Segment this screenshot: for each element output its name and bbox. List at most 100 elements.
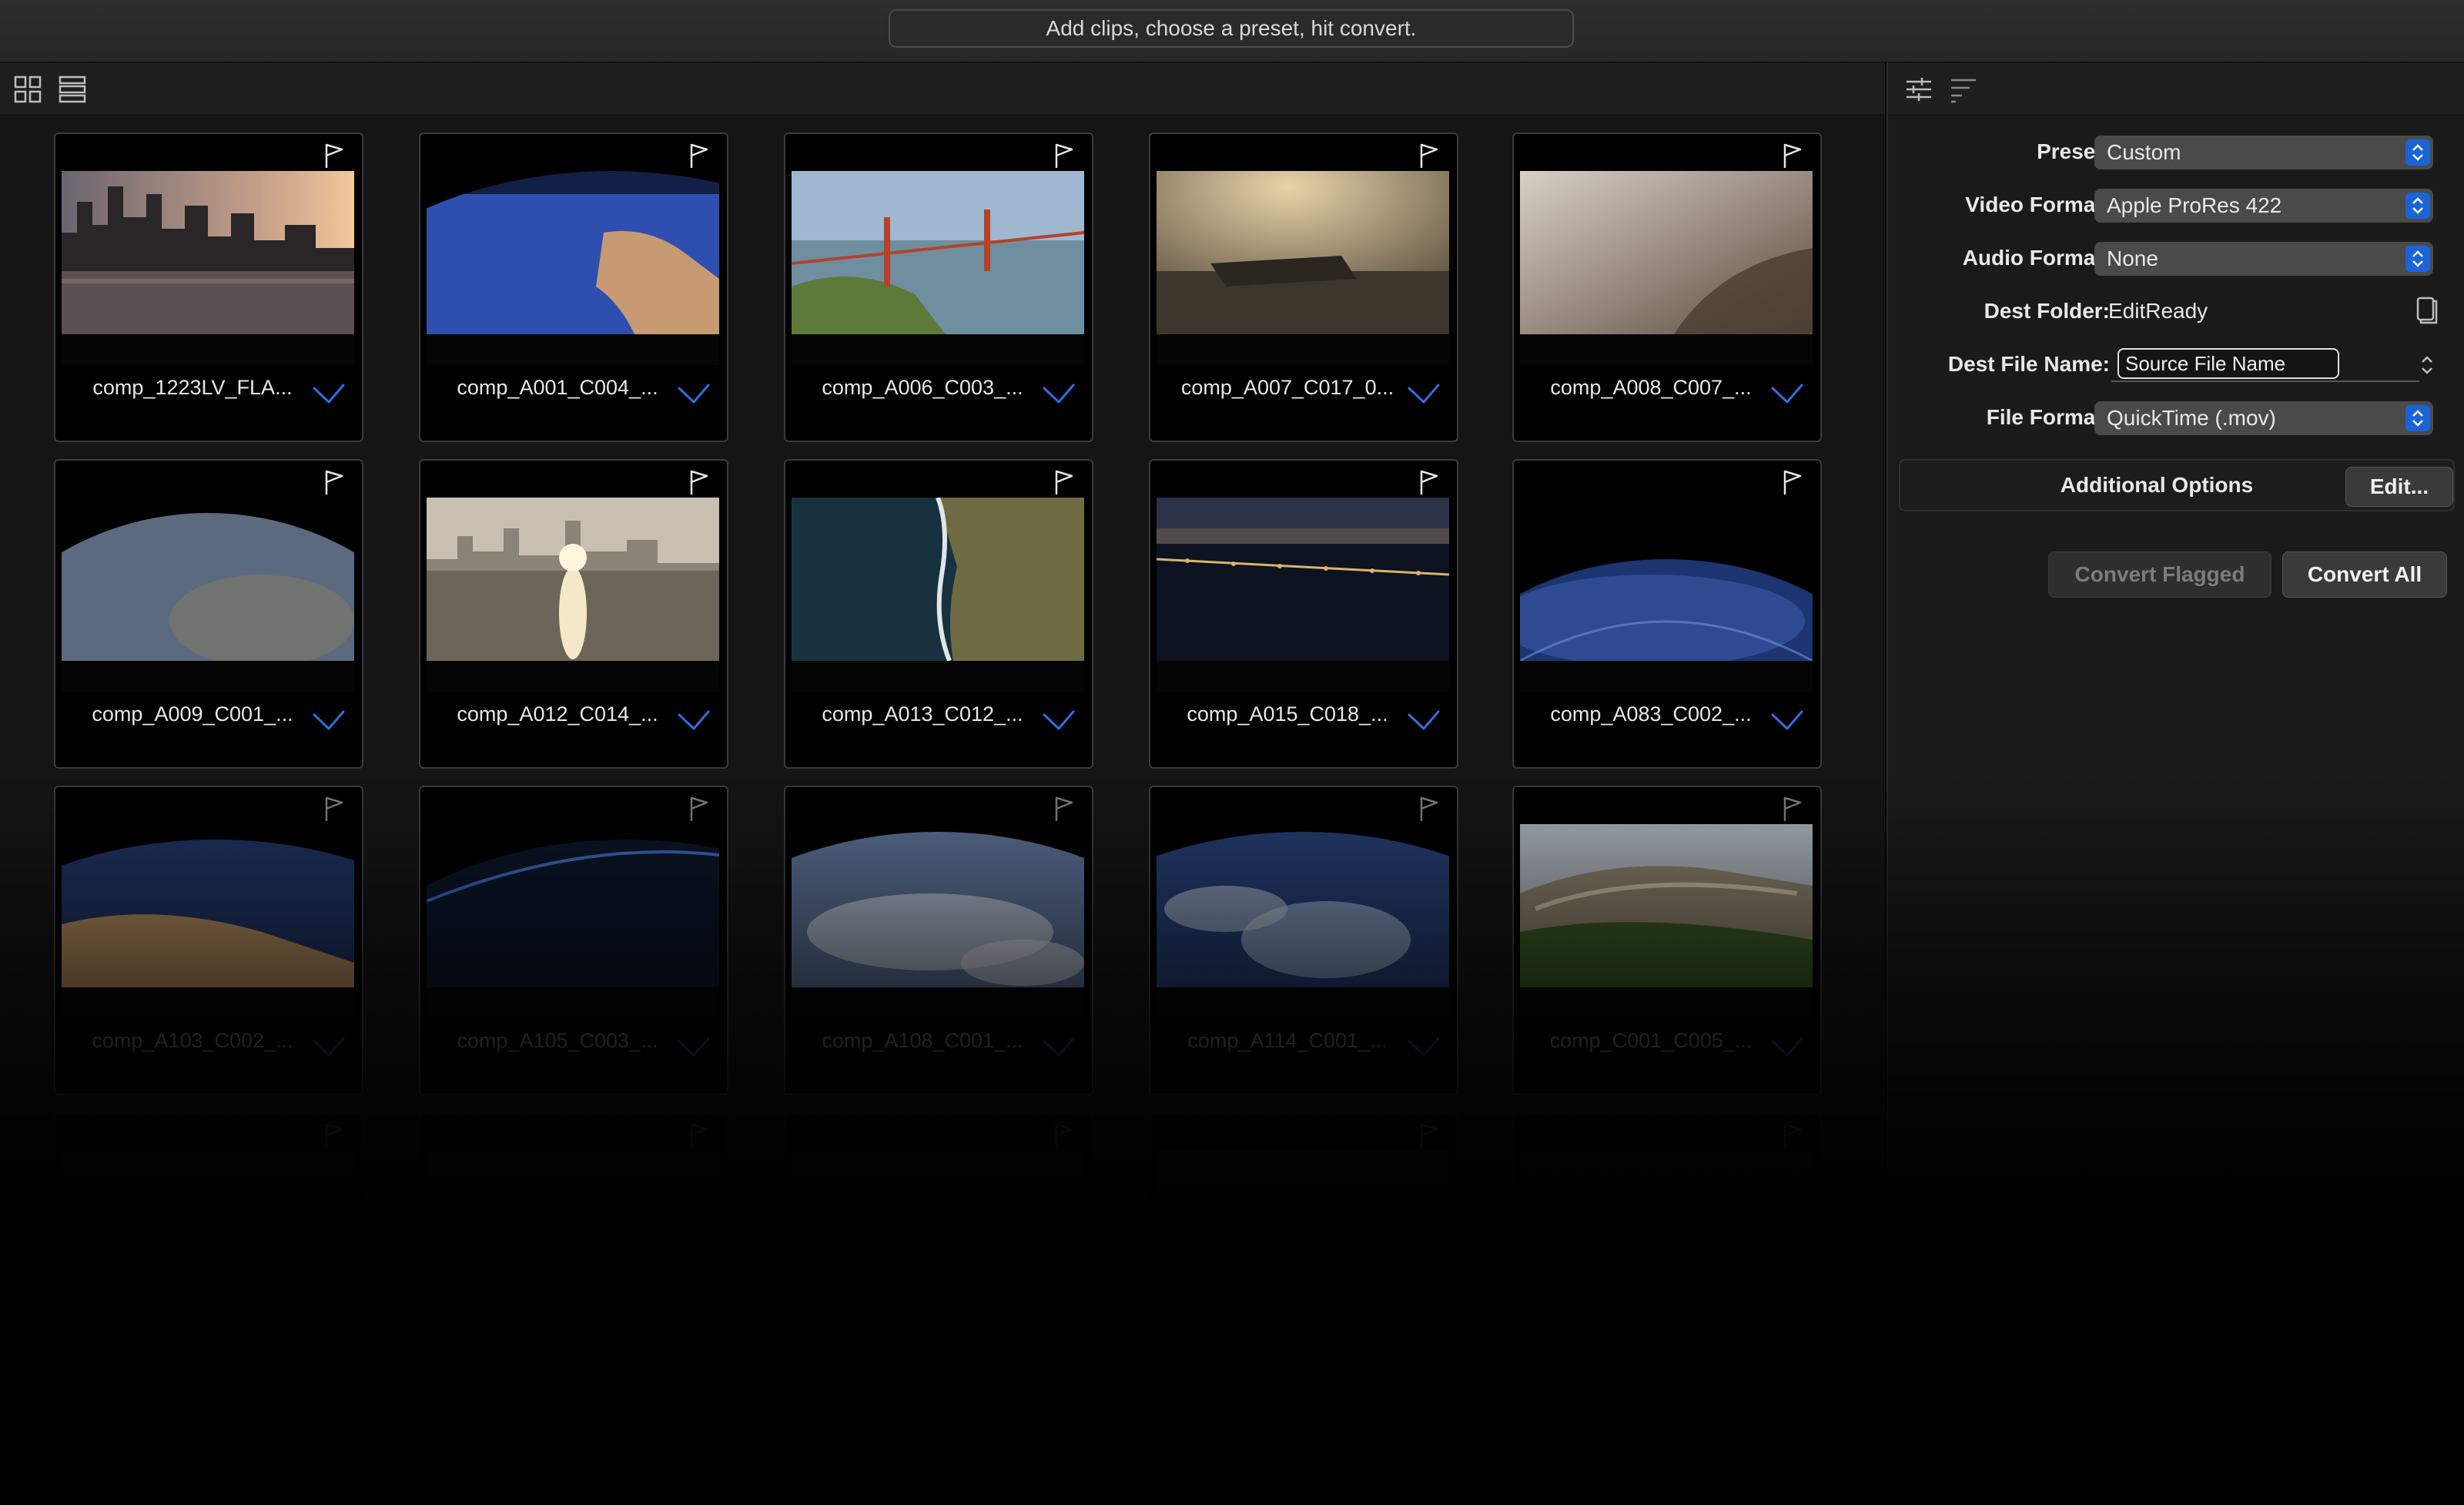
clip-thumbnail bbox=[62, 824, 354, 987]
flag-icon[interactable] bbox=[1052, 1121, 1076, 1149]
file-format-select[interactable]: QuickTime (.mov) bbox=[2094, 401, 2433, 435]
flag-icon[interactable] bbox=[1417, 142, 1441, 169]
flag-icon[interactable] bbox=[1780, 795, 1805, 823]
clip-tile[interactable]: comp_A012_C014_... bbox=[419, 459, 728, 769]
clip-name: comp_C001_C005_... bbox=[1549, 1029, 1753, 1052]
settings-toolbar bbox=[1888, 63, 2464, 116]
clip-thumbnail bbox=[1520, 498, 1813, 661]
clip-name: comp_A103_C002_... bbox=[92, 1029, 293, 1052]
checkmark-icon[interactable] bbox=[676, 382, 711, 405]
sliders-icon[interactable] bbox=[1903, 74, 1934, 105]
dest-folder-label: Dest Folder: bbox=[1984, 299, 2110, 323]
clip-thumbnail bbox=[427, 1151, 719, 1314]
flag-icon[interactable] bbox=[1052, 795, 1076, 823]
sort-icon[interactable] bbox=[1948, 74, 1979, 105]
checkmark-icon[interactable] bbox=[1406, 382, 1441, 405]
clip-thumbnail bbox=[62, 1151, 354, 1314]
clip-tile[interactable]: comp_A015_C018_... bbox=[1149, 459, 1458, 769]
flag-icon[interactable] bbox=[1417, 1121, 1441, 1149]
clip-tile[interactable]: comp_A007_C017_0... bbox=[1149, 132, 1458, 442]
clip-thumbnail bbox=[1157, 1151, 1449, 1314]
grid-view-icon[interactable] bbox=[12, 74, 43, 105]
list-view-icon[interactable] bbox=[57, 74, 88, 105]
checkmark-icon[interactable] bbox=[1769, 382, 1805, 405]
checkmark-icon[interactable] bbox=[311, 1035, 346, 1058]
checkmark-icon[interactable] bbox=[1769, 709, 1805, 732]
flag-icon[interactable] bbox=[322, 1121, 346, 1149]
clip-thumbnail bbox=[792, 824, 1084, 987]
checkmark-icon[interactable] bbox=[311, 709, 346, 732]
clip-name: comp_A001_C004_... bbox=[457, 376, 658, 399]
clip-view-toolbar bbox=[0, 63, 1885, 116]
audio-format-select[interactable]: None bbox=[2094, 242, 2433, 276]
stepper-arrows-icon bbox=[2405, 246, 2430, 272]
video-format-select[interactable]: Apple ProRes 422 bbox=[2094, 189, 2433, 223]
clip-tile[interactable]: comp_A114_C001_... bbox=[1149, 786, 1458, 1095]
thumbnail-letterbox bbox=[792, 334, 1084, 365]
flag-icon[interactable] bbox=[687, 142, 711, 169]
settings-panel: Preset: Custom Video Format: Apple ProRe… bbox=[1886, 63, 2464, 1505]
thumbnail-letterbox bbox=[427, 334, 719, 365]
clip-tile[interactable]: comp_A006_C003_... bbox=[784, 132, 1093, 442]
clip-tile[interactable]: comp_A103_C002_... bbox=[54, 786, 363, 1095]
flag-icon[interactable] bbox=[1417, 795, 1441, 823]
flag-icon[interactable] bbox=[322, 468, 346, 496]
clip-tile[interactable]: comp_A108_C001_... bbox=[784, 786, 1093, 1095]
clip-tile[interactable] bbox=[1512, 1112, 1822, 1422]
dest-folder-row: Dest Folder: EditReady bbox=[1888, 292, 2464, 330]
thumbnail-letterbox bbox=[792, 987, 1084, 1018]
flag-icon[interactable] bbox=[687, 795, 711, 823]
clip-thumbnail bbox=[1520, 171, 1813, 334]
title-bar: Add clips, choose a preset, hit convert. bbox=[0, 0, 2464, 63]
checkmark-icon[interactable] bbox=[676, 709, 711, 732]
clip-tile[interactable]: comp_A001_C004_... bbox=[419, 132, 728, 442]
clip-thumbnail bbox=[1520, 824, 1813, 987]
choose-folder-icon[interactable] bbox=[2413, 295, 2438, 326]
checkmark-icon[interactable] bbox=[1406, 709, 1441, 732]
flag-icon[interactable] bbox=[322, 142, 346, 169]
clip-tile[interactable]: comp_A083_C002_... bbox=[1512, 459, 1822, 769]
preset-value: Custom bbox=[2107, 140, 2181, 164]
audio-format-row: Audio Format: None bbox=[1888, 239, 2464, 277]
clip-name: comp_A012_C014_... bbox=[457, 702, 658, 726]
clip-tile[interactable] bbox=[1149, 1112, 1458, 1422]
thumbnail-letterbox bbox=[62, 334, 354, 365]
clip-tile[interactable]: comp_C001_C005_... bbox=[1512, 786, 1822, 1095]
clip-tile[interactable]: comp_A013_C012_... bbox=[784, 459, 1093, 769]
checkmark-icon[interactable] bbox=[1406, 1035, 1441, 1058]
clip-tile[interactable]: comp_A008_C007_... bbox=[1512, 132, 1822, 442]
flag-icon[interactable] bbox=[1417, 468, 1441, 496]
clip-name: comp_A105_C003_... bbox=[457, 1029, 658, 1052]
dest-file-name-field[interactable]: Source File Name bbox=[2118, 348, 2339, 379]
flag-icon[interactable] bbox=[1780, 468, 1805, 496]
clip-tile[interactable]: comp_A009_C001_... bbox=[54, 459, 363, 769]
clip-thumbnail bbox=[1157, 498, 1449, 661]
clip-thumbnail bbox=[1520, 1151, 1813, 1314]
checkmark-icon[interactable] bbox=[1041, 709, 1076, 732]
thumbnail-letterbox bbox=[1157, 987, 1449, 1018]
checkmark-icon[interactable] bbox=[1041, 1035, 1076, 1058]
checkmark-icon[interactable] bbox=[311, 382, 346, 405]
clip-tile[interactable]: comp_A105_C003_... bbox=[419, 786, 728, 1095]
checkmark-icon[interactable] bbox=[676, 1035, 711, 1058]
flag-icon[interactable] bbox=[1780, 1121, 1805, 1149]
clip-tile[interactable] bbox=[419, 1112, 728, 1422]
preset-select[interactable]: Custom bbox=[2094, 136, 2433, 169]
flag-icon[interactable] bbox=[322, 795, 346, 823]
convert-flagged-button[interactable]: Convert Flagged bbox=[2048, 551, 2272, 598]
flag-icon[interactable] bbox=[1052, 468, 1076, 496]
checkmark-icon[interactable] bbox=[1041, 382, 1076, 405]
clip-tile[interactable] bbox=[54, 1112, 363, 1422]
flag-icon[interactable] bbox=[687, 1121, 711, 1149]
flag-icon[interactable] bbox=[1780, 142, 1805, 169]
clip-tile[interactable]: comp_1223LV_FLA... bbox=[54, 132, 363, 442]
flag-icon[interactable] bbox=[1052, 142, 1076, 169]
flag-icon[interactable] bbox=[687, 468, 711, 496]
edit-options-button[interactable]: Edit... bbox=[2345, 467, 2453, 507]
checkmark-icon[interactable] bbox=[1769, 1035, 1805, 1058]
stepper-arrows-icon bbox=[2405, 193, 2430, 219]
clip-tile[interactable] bbox=[784, 1112, 1093, 1422]
convert-all-button[interactable]: Convert All bbox=[2282, 551, 2447, 598]
combo-arrows-icon[interactable] bbox=[2418, 351, 2436, 379]
additional-options-box: Additional Options Edit... bbox=[1899, 459, 2455, 511]
